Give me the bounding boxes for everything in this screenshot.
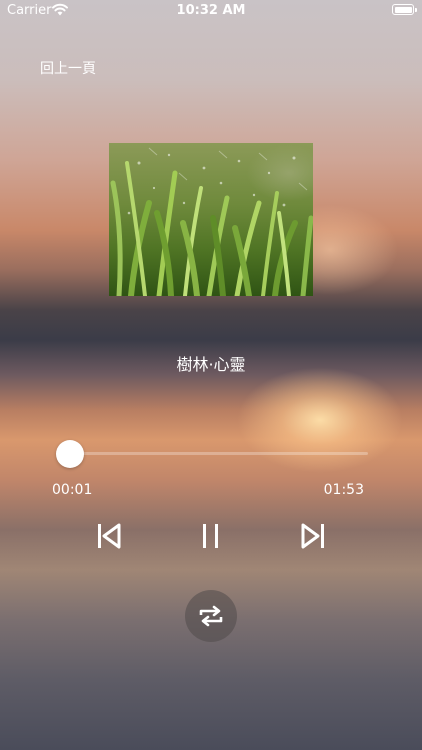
- previous-track-button[interactable]: [96, 521, 122, 551]
- pause-icon: [203, 524, 218, 548]
- status-bar: Carrier 10:32 AM: [0, 0, 422, 22]
- next-track-button[interactable]: [300, 521, 326, 551]
- progress-slider[interactable]: [55, 439, 368, 468]
- total-duration: 01:53: [323, 482, 364, 498]
- skip-next-icon: [301, 523, 324, 549]
- repeat-button[interactable]: [185, 590, 237, 642]
- skip-previous-icon: [98, 523, 121, 549]
- pause-button[interactable]: [200, 521, 222, 551]
- track-title: 樹林·心靈: [176, 355, 246, 374]
- progress-thumb[interactable]: [55, 439, 84, 468]
- elapsed-time: 00:01: [52, 482, 93, 498]
- battery-icon: [392, 4, 417, 15]
- repeat-icon: [199, 605, 223, 627]
- album-artwork: [109, 143, 313, 296]
- back-button[interactable]: 回上一頁: [40, 58, 96, 78]
- clock: 10:32 AM: [176, 3, 246, 18]
- grass-artwork-image: [110, 147, 313, 296]
